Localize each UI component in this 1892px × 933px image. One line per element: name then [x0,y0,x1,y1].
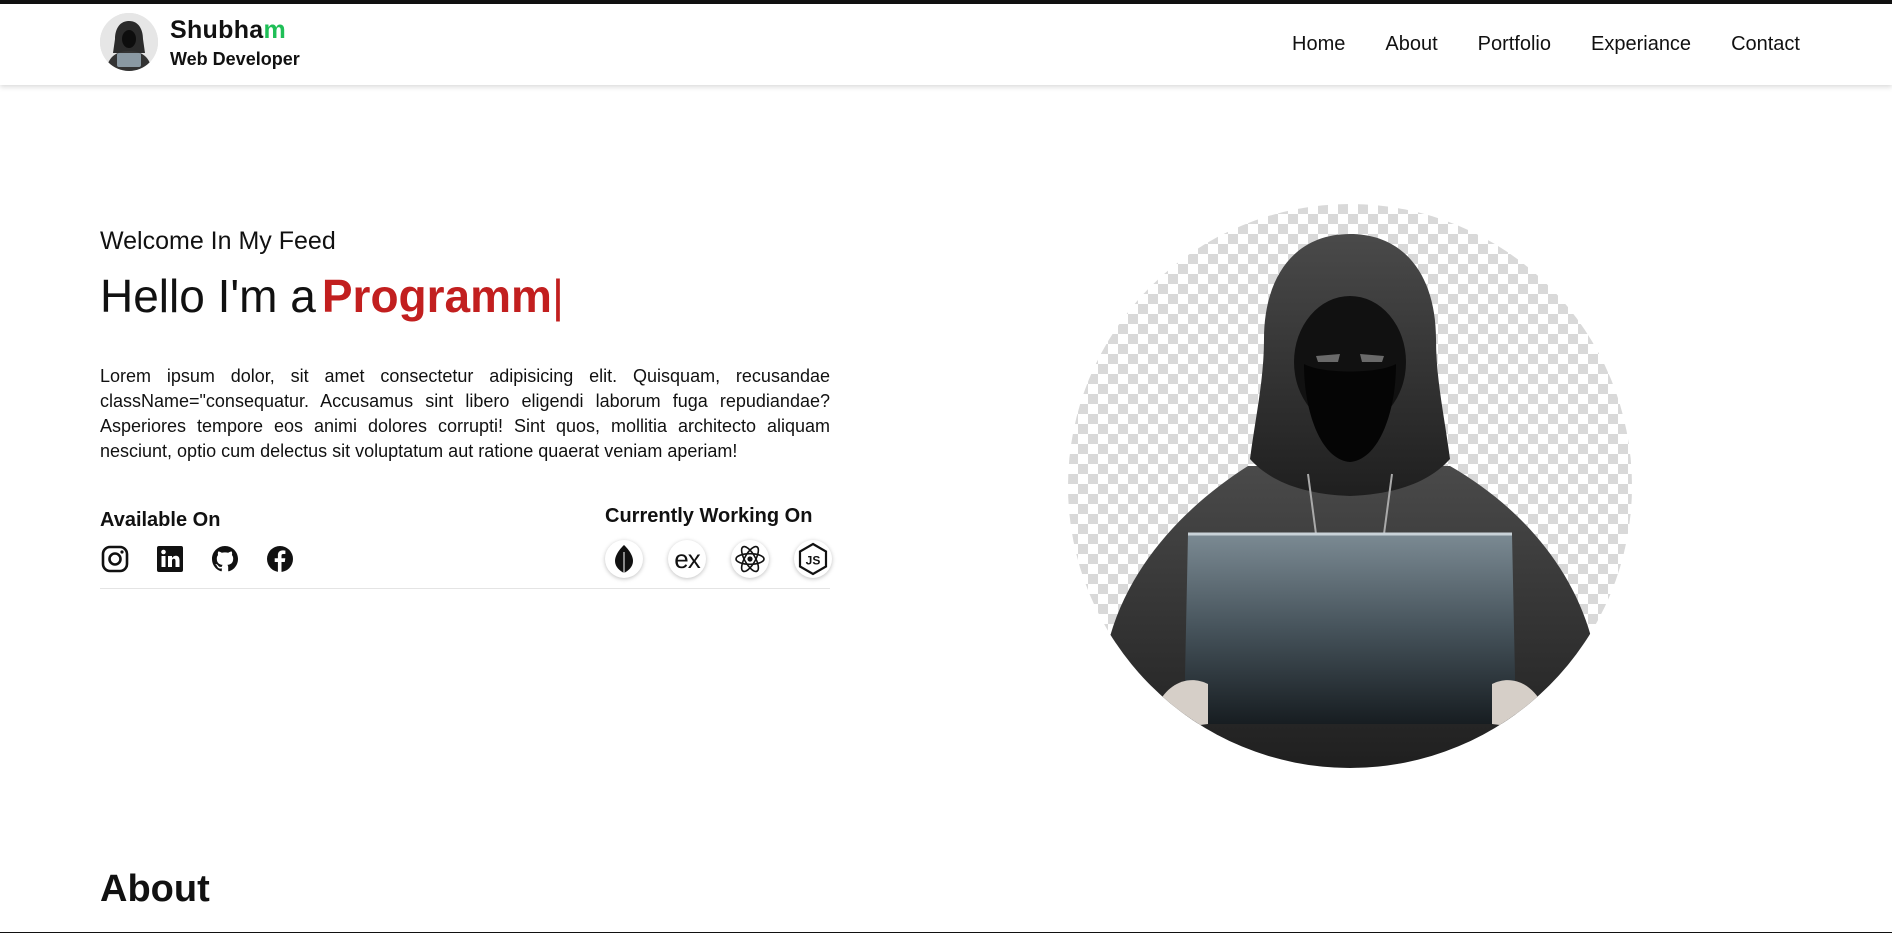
facebook-icon[interactable] [265,544,295,574]
linkedin-icon[interactable] [155,544,185,574]
site-header: Shubham Web Developer Home About Portfol… [0,4,1892,85]
brand-text: Shubham Web Developer [170,15,300,70]
hero-portrait [1068,204,1632,768]
hooded-programmer-illustration [1090,234,1613,768]
currently-working-on: Currently Working On ex JS [605,504,857,578]
react-icon [731,540,769,578]
brand-name: Shubham [170,15,300,45]
brand-name-accent: m [263,15,286,44]
hero-intro: Welcome In My Feed Hello I'm a Programm| … [100,224,830,482]
main-nav: Home About Portfolio Experiance Contact [1252,4,1800,85]
express-text: ex [674,544,700,574]
available-on: Available On [100,508,320,574]
hero-headline: Hello I'm a Programm| [100,268,830,324]
typed-text: Programm [321,270,552,322]
about-section-title: About [100,868,210,910]
nodejs-icon: JS [794,540,832,578]
brand-name-main: Shubha [170,15,264,44]
intro-paragraph: Lorem ipsum dolor, sit amet consectetur … [100,366,830,461]
nav-portfolio[interactable]: Portfolio [1478,33,1551,56]
tech-stack: ex JS [605,540,857,578]
nav-contact[interactable]: Contact [1731,33,1800,56]
social-links [100,544,320,574]
github-icon[interactable] [210,544,240,574]
nav-home[interactable]: Home [1292,33,1345,56]
instagram-icon[interactable] [100,544,130,574]
headline-typed: Programm| [322,270,564,322]
avatar[interactable] [100,13,158,71]
nodejs-text: JS [806,554,821,568]
brand: Shubham Web Developer [100,13,300,71]
brand-role: Web Developer [170,48,300,69]
headline-prefix: Hello I'm a [100,270,316,322]
mongodb-icon [605,540,643,578]
typing-cursor: | [551,270,564,322]
nav-experiance[interactable]: Experiance [1591,33,1691,56]
nav-about[interactable]: About [1385,33,1437,56]
welcome-text: Welcome In My Feed [100,227,336,255]
working-label: Currently Working On [605,505,813,527]
available-label: Available On [100,509,221,531]
availability-row: Available On Currently Working On ex JS [100,505,832,589]
express-icon: ex [668,540,706,578]
